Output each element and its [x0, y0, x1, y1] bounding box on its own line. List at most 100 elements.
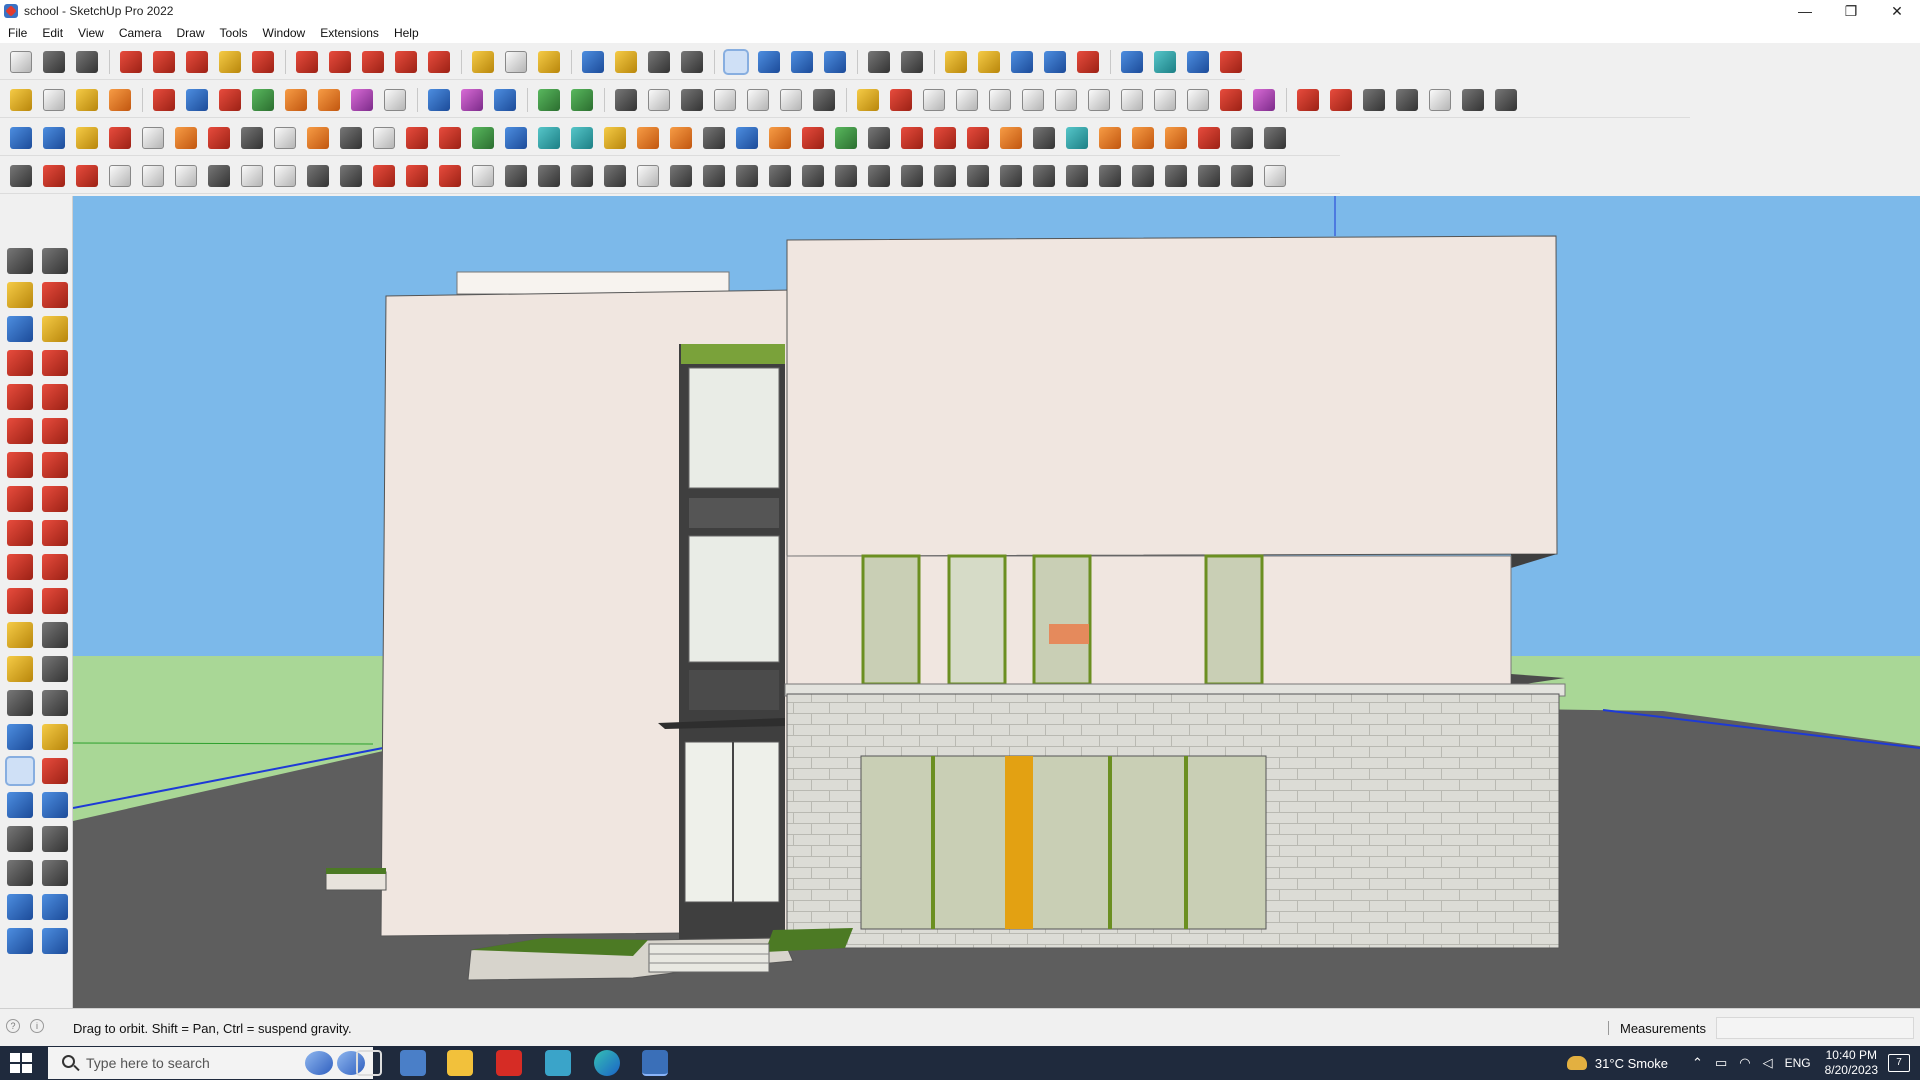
toolbar-tool-icon[interactable] — [1220, 88, 1242, 111]
large-tool-icon[interactable] — [42, 486, 68, 512]
toolbar-tool-icon[interactable] — [604, 126, 626, 149]
toolbar-tool-icon[interactable] — [1022, 88, 1044, 111]
toolbar-tool-icon[interactable] — [604, 164, 626, 187]
toolbar-tool-icon[interactable] — [1187, 50, 1209, 73]
large-tool-icon[interactable] — [42, 316, 68, 342]
start-button[interactable] — [10, 1053, 32, 1073]
toolbar-tool-icon[interactable] — [1330, 88, 1352, 111]
toolbar-tool-icon[interactable] — [208, 164, 230, 187]
toolbar-tool-icon[interactable] — [1132, 164, 1154, 187]
toolbar-tool-icon[interactable] — [1198, 164, 1220, 187]
toolbar-tool-icon[interactable] — [296, 50, 318, 73]
toolbar-tool-icon[interactable] — [494, 88, 516, 111]
menu-help[interactable]: Help — [394, 26, 419, 40]
toolbar-tool-icon[interactable] — [1154, 50, 1176, 73]
toolbar-tool-icon[interactable] — [890, 88, 912, 111]
toolbar-tool-icon[interactable] — [637, 126, 659, 149]
large-tool-icon[interactable] — [7, 894, 33, 920]
toolbar-tool-icon[interactable] — [10, 126, 32, 149]
toolbar-tool-icon[interactable] — [868, 164, 890, 187]
toolbar-tool-icon[interactable] — [1066, 126, 1088, 149]
menu-extensions[interactable]: Extensions — [320, 26, 379, 40]
large-tool-icon[interactable] — [7, 826, 33, 852]
toolbar-tool-icon[interactable] — [252, 50, 274, 73]
large-tool-icon[interactable] — [42, 894, 68, 920]
large-tool-icon[interactable] — [7, 316, 33, 342]
toolbar-tool-icon[interactable] — [175, 164, 197, 187]
large-tool-icon[interactable] — [42, 758, 68, 784]
toolbar-tool-icon[interactable] — [351, 88, 373, 111]
toolbar-tool-icon[interactable] — [1187, 88, 1209, 111]
large-tool-icon[interactable] — [42, 792, 68, 818]
large-tool-icon[interactable] — [7, 384, 33, 410]
toolbar-tool-icon[interactable] — [307, 126, 329, 149]
toolbar-tool-icon[interactable] — [615, 88, 637, 111]
large-tool-icon[interactable] — [7, 588, 33, 614]
toolbar-tool-icon[interactable] — [747, 88, 769, 111]
large-tool-icon[interactable] — [5, 756, 35, 786]
toolbar-tool-icon[interactable] — [472, 50, 494, 73]
toolbar-tool-icon[interactable] — [681, 88, 703, 111]
toolbar-tool-icon[interactable] — [723, 48, 749, 75]
large-tool-icon[interactable] — [42, 350, 68, 376]
toolbar-tool-icon[interactable] — [648, 88, 670, 111]
toolbar-tool-icon[interactable] — [769, 126, 791, 149]
toolbar-tool-icon[interactable] — [670, 164, 692, 187]
large-tool-icon[interactable] — [7, 860, 33, 886]
large-tool-icon[interactable] — [42, 384, 68, 410]
toolbar-tool-icon[interactable] — [472, 126, 494, 149]
toolbar-tool-icon[interactable] — [1044, 50, 1066, 73]
toolbar-tool-icon[interactable] — [736, 164, 758, 187]
toolbar-tool-icon[interactable] — [637, 164, 659, 187]
toolbar-tool-icon[interactable] — [1231, 126, 1253, 149]
toolbar-tool-icon[interactable] — [802, 126, 824, 149]
toolbar-tool-icon[interactable] — [1000, 164, 1022, 187]
toolbar-tool-icon[interactable] — [428, 88, 450, 111]
toolbar-tool-icon[interactable] — [791, 50, 813, 73]
toolbar-tool-icon[interactable] — [1088, 88, 1110, 111]
toolbar-tool-icon[interactable] — [538, 88, 560, 111]
3ds-max-icon[interactable] — [545, 1050, 571, 1076]
menu-tools[interactable]: Tools — [220, 26, 248, 40]
toolbar-tool-icon[interactable] — [769, 164, 791, 187]
toolbar-tool-icon[interactable] — [329, 50, 351, 73]
toolbar-tool-icon[interactable] — [340, 126, 362, 149]
toolbar-tool-icon[interactable] — [439, 126, 461, 149]
toolbar-tool-icon[interactable] — [142, 126, 164, 149]
menu-camera[interactable]: Camera — [119, 26, 162, 40]
toolbar-tool-icon[interactable] — [571, 126, 593, 149]
toolbar-tool-icon[interactable] — [318, 88, 340, 111]
toolbar-tool-icon[interactable] — [43, 50, 65, 73]
toolbar-tool-icon[interactable] — [1066, 164, 1088, 187]
toolbar-tool-icon[interactable] — [10, 88, 32, 111]
toolbar-tool-icon[interactable] — [1198, 126, 1220, 149]
toolbar-tool-icon[interactable] — [142, 164, 164, 187]
toolbar-tool-icon[interactable] — [1099, 164, 1121, 187]
toolbar-tool-icon[interactable] — [241, 164, 263, 187]
toolbar-tool-icon[interactable] — [802, 164, 824, 187]
toolbar-tool-icon[interactable] — [1055, 88, 1077, 111]
credits-info-icon[interactable]: i — [30, 1019, 44, 1033]
toolbar-tool-icon[interactable] — [758, 50, 780, 73]
toolbar-tool-icon[interactable] — [76, 88, 98, 111]
calculator-icon[interactable] — [400, 1050, 426, 1076]
toolbar-tool-icon[interactable] — [43, 126, 65, 149]
toolbar-tool-icon[interactable] — [901, 50, 923, 73]
large-tool-icon[interactable] — [7, 282, 33, 308]
toolbar-tool-icon[interactable] — [703, 164, 725, 187]
large-tool-icon[interactable] — [42, 860, 68, 886]
toolbar-tool-icon[interactable] — [1099, 126, 1121, 149]
toolbar-tool-icon[interactable] — [901, 164, 923, 187]
toolbar-tool-icon[interactable] — [1077, 50, 1099, 73]
toolbar-tool-icon[interactable] — [186, 50, 208, 73]
toolbar-tool-icon[interactable] — [1132, 126, 1154, 149]
large-tool-icon[interactable] — [42, 520, 68, 546]
large-tool-icon[interactable] — [7, 486, 33, 512]
toolbar-tool-icon[interactable] — [1121, 88, 1143, 111]
autocad-icon[interactable] — [496, 1050, 522, 1076]
toolbar-tool-icon[interactable] — [1462, 88, 1484, 111]
toolbar-tool-icon[interactable] — [76, 126, 98, 149]
toolbar-tool-icon[interactable] — [1165, 164, 1187, 187]
toolbar-tool-icon[interactable] — [1033, 164, 1055, 187]
toolbar-tool-icon[interactable] — [505, 50, 527, 73]
